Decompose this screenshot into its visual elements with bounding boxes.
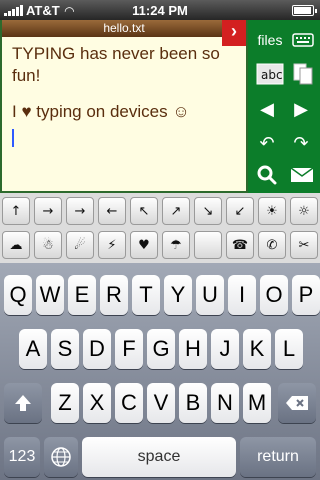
text-editor[interactable]: hello.txt › TYPING has never been so fun… <box>0 20 248 193</box>
copy-button[interactable] <box>290 60 316 88</box>
svg-text:abc: abc <box>261 68 283 82</box>
text-line-2: I ♥ typing on devices ☺ <box>12 102 190 121</box>
key[interactable]: W <box>36 275 64 315</box>
chevron-right-icon: › <box>231 21 237 41</box>
symbol-key[interactable]: ☎ <box>226 231 254 259</box>
shift-key[interactable] <box>4 383 42 423</box>
key[interactable]: G <box>147 329 175 369</box>
files-button[interactable]: files <box>252 30 288 50</box>
numbers-key[interactable]: 123 <box>4 437 40 477</box>
status-bar: AT&T ◠ 11:24 PM <box>0 0 320 20</box>
key[interactable]: P <box>292 275 320 315</box>
keyboard: Q W E R T Y U I O P A S D F G H J K L Z … <box>0 263 320 480</box>
key[interactable]: U <box>196 275 224 315</box>
key[interactable]: A <box>19 329 47 369</box>
shift-icon <box>15 395 31 411</box>
symbol-key[interactable]: ⚡ <box>98 231 126 259</box>
mail-icon <box>290 167 314 182</box>
key[interactable]: K <box>243 329 271 369</box>
symbol-key[interactable] <box>194 231 222 259</box>
editor-content[interactable]: TYPING has never been so fun! I ♥ typing… <box>2 37 246 159</box>
text-line-1: TYPING has never been so fun! <box>12 44 220 85</box>
arrow-right-icon: ▶ <box>294 98 308 119</box>
globe-icon <box>51 447 71 467</box>
symbol-keys-panel: ↑ → → ← ↖ ↗ ↘ ↙ ☀ ☼ ☁ ☃ ☄ ⚡ ♥ ☂ ☎ ✆ ✂ <box>0 193 320 263</box>
cursor-right-button[interactable]: ▶ <box>288 96 314 122</box>
key[interactable]: H <box>179 329 207 369</box>
undo-icon: ↶ <box>259 132 275 153</box>
globe-key[interactable] <box>44 437 78 477</box>
arrow-left-icon: ◀ <box>260 98 274 119</box>
search-button[interactable] <box>254 162 280 188</box>
editor-titlebar: hello.txt › <box>2 20 246 46</box>
side-panel: files abc ◀ ▶ ↶ ↷ <box>248 20 320 193</box>
key[interactable]: Y <box>164 275 192 315</box>
symbol-key[interactable]: ↘ <box>194 197 222 225</box>
files-label: files <box>257 32 283 48</box>
key[interactable]: T <box>132 275 160 315</box>
symbol-key[interactable]: → <box>66 197 94 225</box>
key[interactable]: O <box>260 275 288 315</box>
clock: 11:24 PM <box>132 3 188 18</box>
key[interactable]: C <box>115 383 143 423</box>
key[interactable]: Q <box>4 275 32 315</box>
key[interactable]: F <box>115 329 143 369</box>
symbol-key[interactable]: ↗ <box>162 197 190 225</box>
symbol-key[interactable]: ♥ <box>130 231 158 259</box>
text-cursor <box>12 129 14 147</box>
symbol-key[interactable]: ↖ <box>130 197 158 225</box>
symbol-key[interactable]: ☀ <box>258 197 286 225</box>
search-icon <box>257 165 277 185</box>
key[interactable]: L <box>275 329 303 369</box>
symbol-key[interactable]: ✂ <box>290 231 318 259</box>
symbol-key[interactable]: ☄ <box>66 231 94 259</box>
key[interactable]: J <box>211 329 239 369</box>
key[interactable]: B <box>179 383 207 423</box>
key[interactable]: Z <box>51 383 79 423</box>
cursor-left-button[interactable]: ◀ <box>254 96 280 122</box>
spellcheck-button[interactable]: abc <box>254 60 286 88</box>
key[interactable]: R <box>100 275 128 315</box>
symbol-key[interactable]: ↑ <box>2 197 30 225</box>
redo-button[interactable]: ↷ <box>288 130 314 156</box>
symbol-key[interactable]: ☁ <box>2 231 30 259</box>
keyboard-icon <box>292 33 314 47</box>
return-key[interactable]: return <box>240 437 316 477</box>
symbol-key[interactable]: ☃ <box>34 231 62 259</box>
symbol-key[interactable]: ☼ <box>290 197 318 225</box>
spellcheck-icon: abc <box>256 63 284 85</box>
key[interactable]: M <box>243 383 271 423</box>
redo-icon: ↷ <box>293 132 309 153</box>
symbol-key[interactable]: → <box>34 197 62 225</box>
space-key[interactable]: space <box>82 437 236 477</box>
keyboard-toggle-button[interactable] <box>290 30 316 50</box>
key[interactable]: X <box>83 383 111 423</box>
key[interactable]: S <box>51 329 79 369</box>
backspace-icon <box>286 396 308 410</box>
key[interactable]: I <box>228 275 256 315</box>
key[interactable]: N <box>211 383 239 423</box>
copy-icon <box>293 63 313 85</box>
symbol-key[interactable]: ↙ <box>226 197 254 225</box>
symbol-key[interactable]: ☂ <box>162 231 190 259</box>
key[interactable]: D <box>83 329 111 369</box>
close-file-button[interactable]: › <box>222 20 246 46</box>
key[interactable]: V <box>147 383 175 423</box>
undo-button[interactable]: ↶ <box>254 130 280 156</box>
filename: hello.txt <box>103 21 145 35</box>
symbol-key[interactable]: ✆ <box>258 231 286 259</box>
battery-icon <box>292 5 317 16</box>
mail-button[interactable] <box>288 162 316 188</box>
key[interactable]: E <box>68 275 96 315</box>
delete-key[interactable] <box>278 383 316 423</box>
symbol-key[interactable]: ← <box>98 197 126 225</box>
